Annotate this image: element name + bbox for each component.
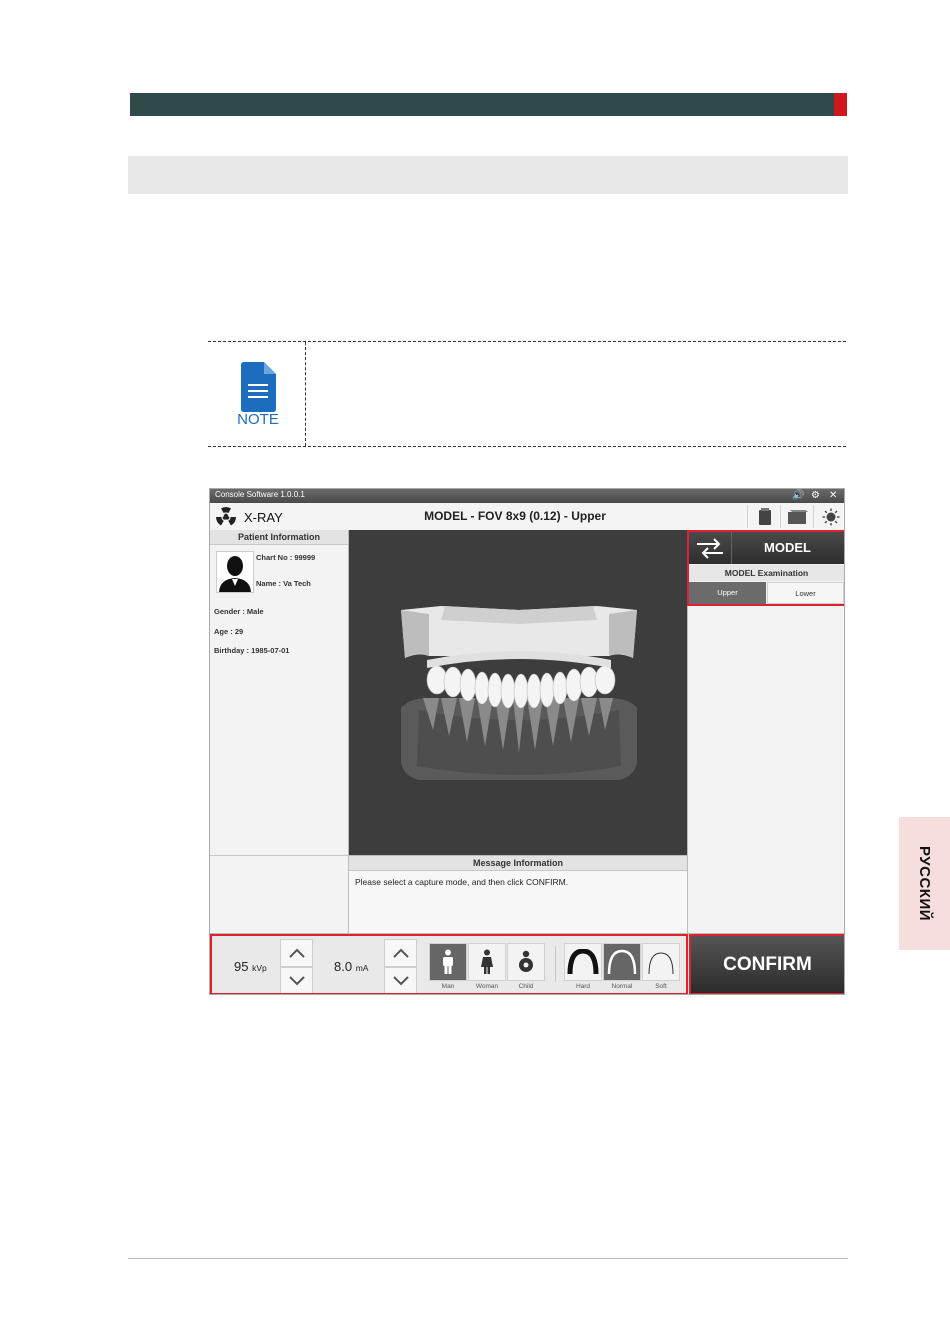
note-divider	[305, 342, 306, 446]
sun-icon	[822, 508, 839, 525]
speaker-icon[interactable]: 🔊	[792, 490, 804, 502]
avatar	[216, 551, 254, 593]
section-title-band	[128, 156, 848, 194]
model-preview-viewer	[349, 530, 687, 855]
console-window: Console Software 1.0.0.1 🔊 ⚙ ✕ X-RAY MOD…	[209, 488, 845, 995]
patient-panel-lower	[210, 855, 349, 934]
note-border-top	[208, 341, 846, 342]
folder-button[interactable]	[780, 505, 814, 528]
patient-gender: Gender : Male	[214, 607, 264, 616]
chapter-header-bar	[130, 93, 834, 116]
mode-title: MODEL - FOV 8x9 (0.12) - Upper	[424, 509, 606, 523]
patient-age: Age : 29	[214, 627, 244, 636]
chapter-header-accent	[834, 93, 847, 116]
message-text: Please select a capture mode, and then c…	[355, 877, 569, 887]
note-border-bottom	[208, 446, 846, 447]
gear-icon[interactable]: ⚙	[811, 490, 820, 502]
note-document-icon	[241, 362, 276, 412]
storage-button[interactable]	[747, 505, 781, 528]
brightness-button[interactable]	[813, 505, 844, 528]
highlight-confirm	[689, 934, 844, 994]
close-icon[interactable]: ✕	[829, 490, 837, 502]
dental-model-illustration	[401, 606, 637, 780]
note-label: NOTE	[237, 411, 279, 428]
chart-number: Chart No : 99999	[256, 553, 316, 562]
patient-name: Name : Va Tech	[256, 579, 311, 588]
highlight-exam-selection	[687, 530, 844, 606]
highlight-exposure-controls	[210, 934, 688, 994]
footer-line	[128, 1258, 848, 1259]
message-panel-header: Message Information	[349, 856, 687, 871]
language-tab: РУССКИЙ	[899, 817, 950, 950]
window-title: Console Software 1.0.0.1	[215, 490, 305, 499]
app-name: X-RAY	[244, 510, 283, 525]
patient-birthday: Birthday : 1985-07-01	[214, 646, 290, 655]
window-titlebar: Console Software 1.0.0.1 🔊 ⚙ ✕	[210, 489, 844, 503]
person-silhouette-icon	[219, 556, 251, 592]
main-toolbar: X-RAY MODEL - FOV 8x9 (0.12) - Upper	[210, 503, 844, 531]
storage-icon	[758, 507, 771, 525]
radiation-icon	[216, 507, 236, 526]
message-panel: Message Information Please select a capt…	[349, 855, 687, 934]
patient-panel-header: Patient Information	[210, 530, 348, 545]
language-tab-label: РУССКИЙ	[916, 845, 933, 922]
folder-icon	[787, 509, 808, 524]
